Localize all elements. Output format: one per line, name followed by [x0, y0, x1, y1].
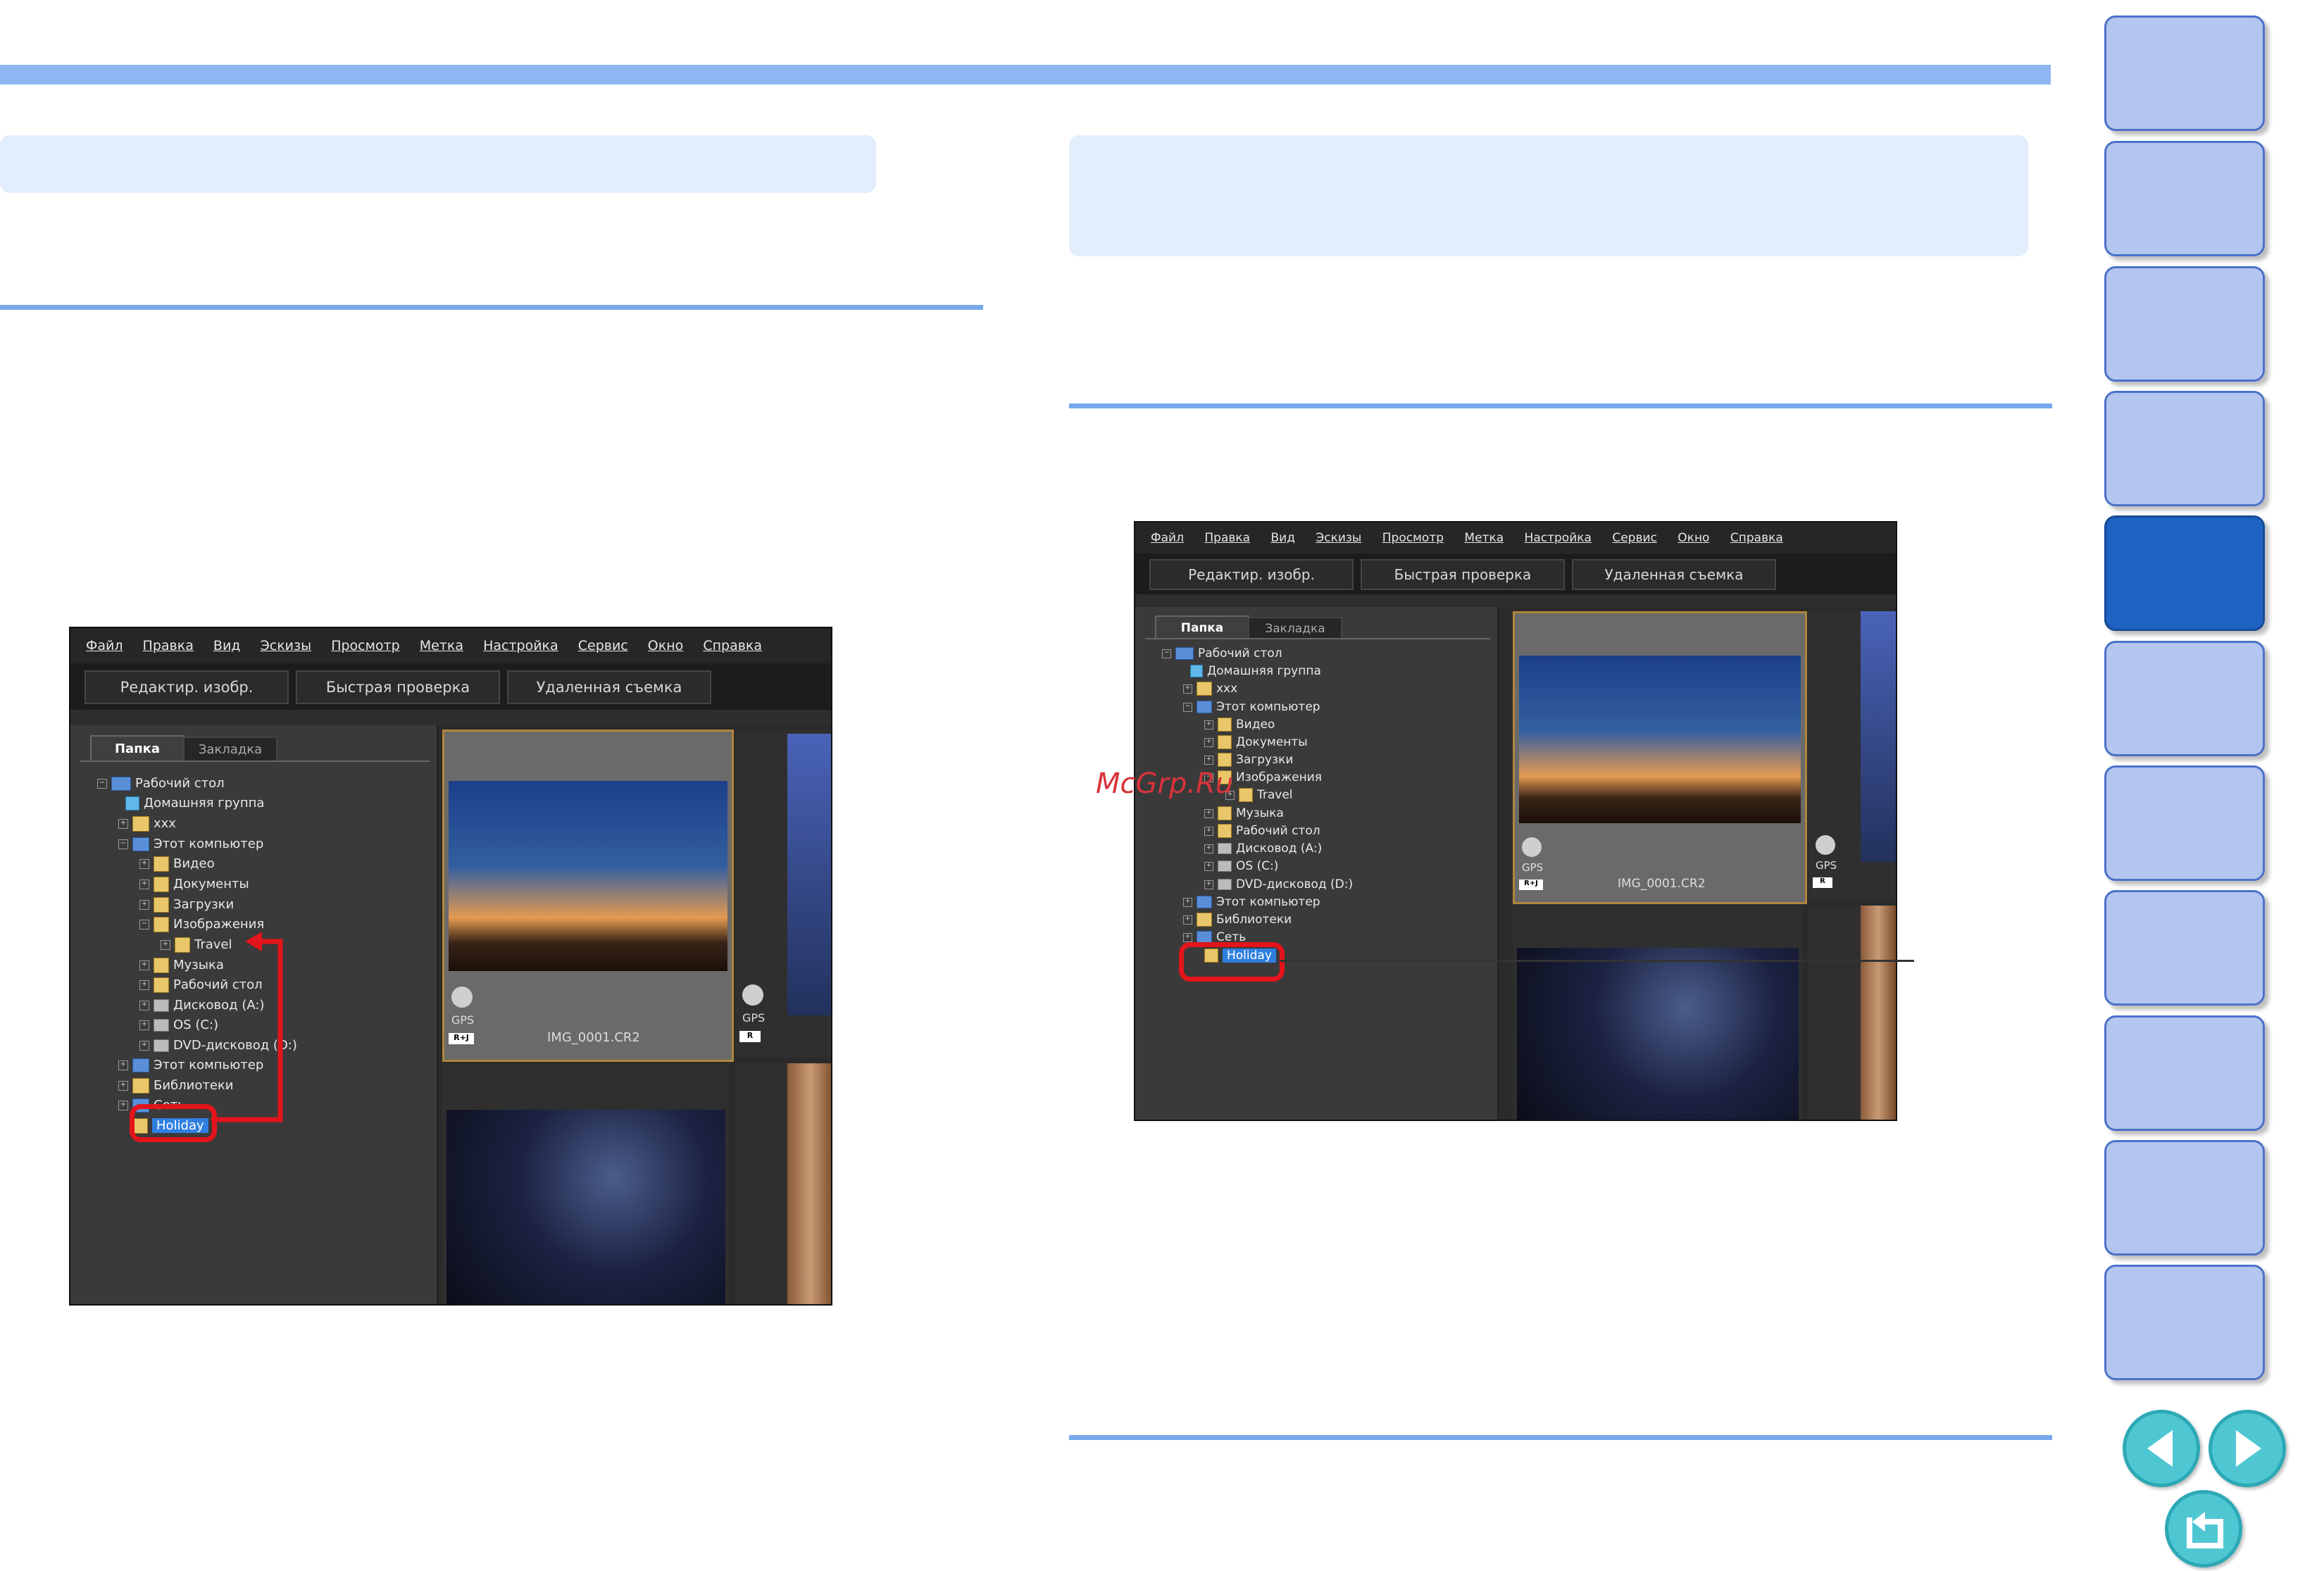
tree-bark-photo [1861, 906, 1896, 1120]
raw-badge: R [1813, 877, 1832, 888]
tree-item-travel[interactable]: + Travel [1225, 788, 1293, 802]
nav-tab-4[interactable] [2104, 391, 2265, 506]
note-box-right [1069, 135, 2028, 256]
section-divider-right [1069, 403, 2052, 408]
screenshot-right: Файл Правка Вид Эскизы Просмотр Метка На… [1134, 521, 1897, 1121]
watermark: McGrp.Ru [1096, 768, 1234, 800]
nav-tab-7[interactable] [2104, 765, 2265, 881]
nav-tab-5-active[interactable] [2104, 515, 2265, 631]
nav-tab-8[interactable] [2104, 890, 2265, 1006]
gps-label: GPS [1816, 859, 1837, 872]
menu-bar: Файл Правка Вид Эскизы Просмотр Метка На… [1135, 522, 1896, 553]
tree-item-desktop-sub[interactable]: + Рабочий стол [1204, 824, 1320, 838]
holiday-highlight [1179, 942, 1285, 982]
tree-item-libraries[interactable]: + Библиотеки [1183, 913, 1292, 927]
thumbnail-3[interactable] [1513, 906, 1803, 1120]
quick-check-button[interactable]: Быстрая проверка [1361, 559, 1565, 590]
nav-tab-2[interactable] [2104, 141, 2265, 256]
menu-help[interactable]: Справка [1730, 522, 1783, 553]
arrow-left-icon [2147, 1430, 2173, 1467]
tree-item-drive-a[interactable]: + Дисковод (A:) [1204, 841, 1322, 856]
tree-item-downloads[interactable]: + Загрузки [1204, 753, 1293, 767]
return-icon [2187, 1512, 2223, 1548]
menu-thumbnails[interactable]: Эскизы [1316, 522, 1361, 553]
menu-tools[interactable]: Сервис [1612, 522, 1657, 553]
tree-item-music[interactable]: + Музыка [1204, 806, 1284, 820]
section-divider-bottom [1069, 1435, 2052, 1440]
nav-tab-6[interactable] [2104, 641, 2265, 756]
menu-settings[interactable]: Настройка [1525, 522, 1592, 553]
menu-edit[interactable]: Правка [1204, 522, 1250, 553]
thumbnail-area: GPS R+J IMG_0001.CR2 GPS R [1499, 607, 1896, 1120]
menu-file[interactable]: Файл [1151, 522, 1184, 553]
tree-item-this-pc[interactable]: − Этот компьютер [1183, 700, 1320, 714]
nav-tab-1[interactable] [2104, 15, 2265, 131]
gps-icon [1522, 837, 1542, 857]
toolbar: Редактир. изобр. Быстрая проверка Удален… [1135, 553, 1896, 594]
gps-icon [1816, 835, 1835, 855]
thumbnail-4[interactable] [1808, 906, 1896, 1120]
return-button[interactable] [2165, 1490, 2242, 1567]
remote-shooting-button[interactable]: Удаленная съемка [1572, 559, 1776, 590]
tree-item-drive-c[interactable]: + OS (C:) [1204, 859, 1278, 873]
arrow-right-icon [2236, 1430, 2261, 1467]
tree-item-documents[interactable]: + Документы [1204, 735, 1308, 749]
tree-item-drive-d[interactable]: + DVD-дисковод (D:) [1204, 877, 1353, 891]
note-box-left [0, 135, 876, 193]
tree-item-user[interactable]: + xxx [1183, 682, 1237, 696]
top-accent-bar [0, 65, 2051, 85]
thumbnail-filename: IMG_0001.CR2 [1618, 877, 1706, 891]
nav-tab-11[interactable] [2104, 1265, 2265, 1380]
gps-label: GPS [1522, 861, 1544, 874]
callout-line [1280, 960, 1914, 962]
menu-window[interactable]: Окно [1678, 522, 1709, 553]
thumbnail-selected[interactable]: GPS R+J IMG_0001.CR2 [1513, 611, 1807, 904]
night-photo [1517, 948, 1799, 1120]
tree-item-this-pc-2[interactable]: + Этот компьютер [1183, 895, 1320, 909]
thumbnail-2[interactable]: GPS R [1808, 611, 1896, 900]
sunset-photo [1519, 656, 1801, 823]
folder-pane: Папка Закладка − Рабочий стол Домашняя гр… [1135, 607, 1499, 1120]
menu-preview[interactable]: Просмотр [1382, 522, 1444, 553]
next-page-button[interactable] [2209, 1410, 2286, 1487]
nav-tab-9[interactable] [2104, 1015, 2265, 1131]
folder-tree: − Рабочий стол Домашняя группа + xxx − Этот… [1135, 607, 1497, 1120]
menu-view[interactable]: Вид [1270, 522, 1294, 553]
edit-image-button[interactable]: Редактир. изобр. [1149, 559, 1354, 590]
tree-item-video[interactable]: + Видео [1204, 718, 1275, 732]
drag-arrow-icon [211, 932, 283, 1122]
nav-tab-3[interactable] [2104, 266, 2265, 382]
previous-page-button[interactable] [2123, 1410, 2200, 1487]
tree-item-homegroup[interactable]: Домашняя группа [1190, 664, 1321, 678]
blue-photo [1861, 611, 1896, 862]
tree-item-desktop[interactable]: − Рабочий стол [1162, 646, 1282, 661]
screenshot-left: Файл Правка Вид Эскизы Просмотр Метка На… [69, 627, 832, 1306]
menu-label[interactable]: Метка [1464, 522, 1504, 553]
section-divider-left [0, 305, 983, 310]
nav-tab-10[interactable] [2104, 1140, 2265, 1256]
raw-jpeg-badge: R+J [1519, 880, 1543, 890]
